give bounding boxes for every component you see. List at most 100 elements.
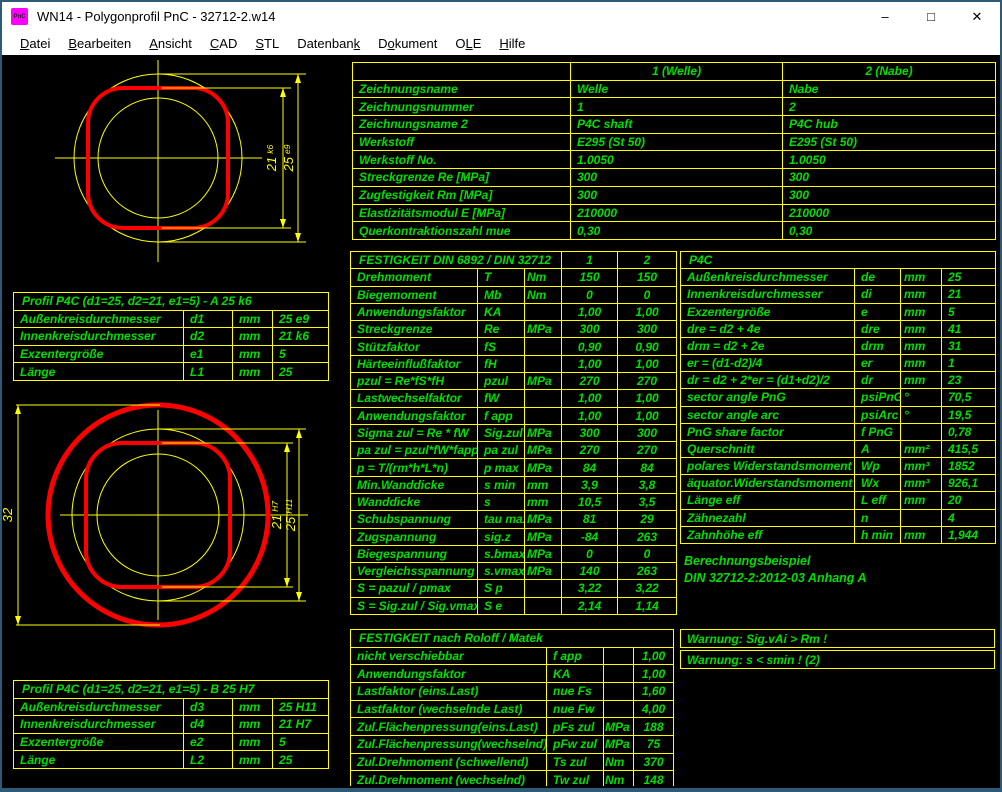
cell-label: er = (d1-d2)/4 (681, 355, 855, 372)
dim-label-21H7: 21H7 (269, 501, 284, 531)
table-row: Innenkreisdurchmesser di mm 21 (681, 286, 996, 303)
table-row: Zugfestigkeit Rm [MPa] 300 300 (353, 186, 996, 204)
cell-label: Zeichnungsname 2 (353, 116, 571, 134)
cell-unit: mm (233, 751, 273, 769)
cell-symbol: Tw zul (547, 771, 604, 786)
cell-unit: mm (901, 337, 942, 354)
cell-label: Länge (14, 751, 184, 769)
cell-unit: mm (525, 493, 562, 510)
minimize-button[interactable]: – (862, 2, 908, 31)
cell-unit: MPa (604, 718, 634, 736)
cell-value: 415,5 (942, 440, 996, 457)
cell-label: drm = d2 + 2e (681, 337, 855, 354)
cell-label: Zeichnungsnummer (353, 98, 571, 116)
table-row: dr = d2 + 2*er = (d1+d2)/2 dr mm 23 (681, 372, 996, 389)
cell-symbol: d4 (184, 716, 233, 734)
window-controls: – □ ✕ (862, 2, 1000, 31)
title-bar: PnC WN14 - Polygonprofil PnC - 32712-2.w… (2, 2, 1000, 31)
menu-item[interactable]: OLE (455, 36, 481, 51)
client-area: 21k6 25e9 32 (2, 55, 1000, 786)
table-row: Härteeinflußfaktor fH 1,00 1,00 (351, 355, 677, 372)
cell-symbol: tau max (478, 511, 525, 528)
cell-label: Zul.Drehmoment (wechselnd) (351, 771, 547, 786)
menu-item-hotkey: L (465, 36, 472, 51)
menu-item-text: TL (264, 36, 279, 51)
cell-symbol: f app (478, 407, 525, 424)
cell-unit: mm (901, 320, 942, 337)
cell-value: 41 (942, 320, 996, 337)
cell-symbol: f PnG (855, 423, 901, 440)
cell-symbol: KA (547, 665, 604, 683)
table-row: Exzentergröße e1 mm 5 (14, 345, 329, 363)
table-row: Zul.Drehmoment (schwellend) Ts zul Nm 37… (351, 753, 674, 771)
menu-item[interactable]: Bearbeiten (68, 36, 131, 51)
cell-symbol: nue Fs (547, 682, 604, 700)
table-row: Außenkreisdurchmesser de mm 25 (681, 269, 996, 286)
cell-value: 25 e9 (273, 310, 329, 328)
cell-value-hub: 0 (618, 286, 677, 303)
cell-symbol: S e (478, 597, 525, 614)
cell-label: Innenkreisdurchmesser (681, 286, 855, 303)
cell-symbol: KA (478, 303, 525, 320)
cell-value: 4,00 (634, 700, 674, 718)
table-row: Anwendungsfaktor f app 1,00 1,00 (351, 407, 677, 424)
table-row: Schubspannung tau max MPa 81 29 (351, 511, 677, 528)
cell-label: Streckgrenze Re [MPa] (353, 169, 571, 187)
cell-value-shaft: 3,9 (562, 476, 618, 493)
menu-item[interactable]: STL (255, 36, 279, 51)
menu-item[interactable]: Datenbank (297, 36, 360, 51)
table-row: Zul.Flächenpressung(wechselnd) pFw zul M… (351, 735, 674, 753)
table-row: Elastizitätsmodul E [MPa] 210000 210000 (353, 204, 996, 222)
calculation-note: Berechnungsbeispiel DIN 32712-2:2012-03 … (684, 553, 866, 587)
dim-arrow (284, 578, 290, 587)
cell-label: Härteeinflußfaktor (351, 355, 478, 372)
cell-symbol: Mb (478, 286, 525, 303)
maximize-button[interactable]: □ (908, 2, 954, 31)
table-row: sector angle arc psiArc ° 19,5 (681, 406, 996, 423)
cell-value-hub: 270 (618, 442, 677, 459)
cell-value-shaft: 300 (562, 424, 618, 441)
cell-symbol: d1 (184, 310, 233, 328)
cell-value: 23 (942, 372, 996, 389)
hub-profile-drawing: 32 21H7 25H11 (2, 392, 347, 640)
cell-unit (604, 682, 634, 700)
cell-label: sector angle arc (681, 406, 855, 423)
cell-label: Exzentergröße (14, 345, 184, 363)
menu-item[interactable]: Ansicht (149, 36, 192, 51)
cell-symbol: di (855, 286, 901, 303)
cell-unit: mm (901, 372, 942, 389)
close-button[interactable]: ✕ (954, 2, 1000, 31)
cell-unit: MPa (525, 528, 562, 545)
table-row: S = Sig.zul / Sig.vmax S e 2,14 1,14 (351, 597, 677, 614)
cell-value-shaft: 81 (562, 511, 618, 528)
cell-symbol: dre (855, 320, 901, 337)
cell-symbol: pa zul (478, 442, 525, 459)
menu-item-hotkey: o (387, 36, 394, 51)
cell-unit (901, 509, 942, 526)
table-header-row: Profil P4C (d1=25, d2=21, e1=5) - B 25 H… (14, 681, 329, 699)
cell-symbol: s.bmax (478, 545, 525, 562)
table-row: Innenkreisdurchmesser d2 mm 21 k6 (14, 328, 329, 346)
menu-item[interactable]: Dokument (378, 36, 437, 51)
menu-item-hotkey: k (354, 36, 361, 51)
cell-value: 1852 (942, 458, 996, 475)
cell-value: 25 H11 (273, 698, 329, 716)
table-row: Innenkreisdurchmesser d4 mm 21 H7 (14, 716, 329, 734)
menu-item[interactable]: CAD (210, 36, 237, 51)
cell-symbol: pFs zul (547, 718, 604, 736)
cell-value-hub: 1,00 (618, 303, 677, 320)
cell-unit: mm (233, 328, 273, 346)
app-icon: PnC (11, 8, 28, 25)
cell-value-hub: 300 (783, 169, 996, 187)
note-line-1: Berechnungsbeispiel (684, 553, 866, 570)
cell-value: 31 (942, 337, 996, 354)
table-title: FESTIGKEIT nach Roloff / Matek (351, 630, 674, 648)
menu-item[interactable]: Datei (20, 36, 50, 51)
menu-item[interactable]: Hilfe (499, 36, 525, 51)
table-row: Außenkreisdurchmesser d1 mm 25 e9 (14, 310, 329, 328)
table-title: Profil P4C (d1=25, d2=21, e1=5) - A 25 k… (14, 293, 329, 311)
cell-value-hub: 0,30 (783, 222, 996, 240)
table-row: p = T/(rm*h*L*n) p max MPa 84 84 (351, 459, 677, 476)
cell-symbol: d2 (184, 328, 233, 346)
cell-value: 19,5 (942, 406, 996, 423)
